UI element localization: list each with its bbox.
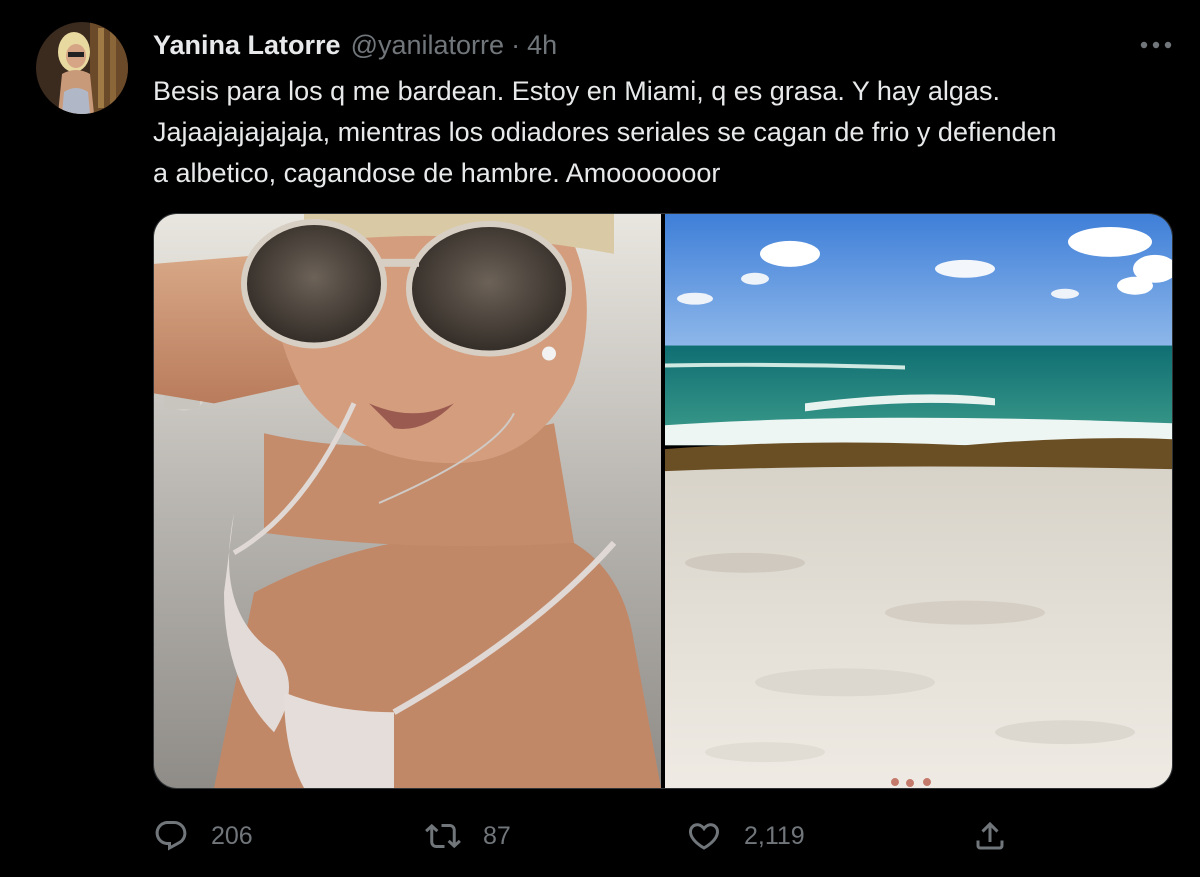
- photo-beach[interactable]: [665, 214, 1172, 788]
- photo-selfie[interactable]: [154, 214, 661, 788]
- like-count: 2,119: [744, 821, 805, 850]
- avatar[interactable]: [36, 22, 128, 114]
- reply-icon: [153, 818, 189, 854]
- display-name[interactable]: Yanina Latorre: [153, 28, 341, 62]
- user-handle[interactable]: @yanilatorre: [351, 28, 504, 62]
- beach-image: [665, 214, 1172, 788]
- tweet-text: Besis para los q me bardean. Estoy en Mi…: [153, 71, 1173, 194]
- reply-count: 206: [211, 821, 253, 850]
- action-bar: 206 87 2,119: [153, 812, 1013, 860]
- retweet-icon: [425, 818, 461, 854]
- retweet-button[interactable]: 87: [425, 812, 511, 860]
- retweet-count: 87: [483, 821, 511, 850]
- share-button[interactable]: [972, 812, 1008, 860]
- like-icon: [686, 818, 722, 854]
- timestamp[interactable]: 4h: [527, 28, 557, 62]
- like-button[interactable]: 2,119: [686, 812, 805, 860]
- avatar-image: [36, 22, 128, 114]
- reply-button[interactable]: 206: [153, 812, 253, 860]
- media-grid: [153, 213, 1173, 789]
- tweet-text-line: a albetico, cagandose de hambre. Amooooo…: [153, 158, 721, 188]
- share-icon: [972, 818, 1008, 854]
- tweet-text-line: Besis para los q me bardean. Estoy en Mi…: [153, 76, 1000, 106]
- tweet[interactable]: Yanina Latorre @yanilatorre · 4h Besis p…: [0, 0, 1200, 877]
- separator-dot: ·: [511, 30, 521, 60]
- selfie-image: [154, 214, 661, 788]
- tweet-header: Yanina Latorre @yanilatorre · 4h: [153, 28, 557, 62]
- tweet-text-line: Jajaajajajajaja, mientras los odiadores …: [153, 117, 1057, 147]
- more-icon[interactable]: [1136, 30, 1176, 60]
